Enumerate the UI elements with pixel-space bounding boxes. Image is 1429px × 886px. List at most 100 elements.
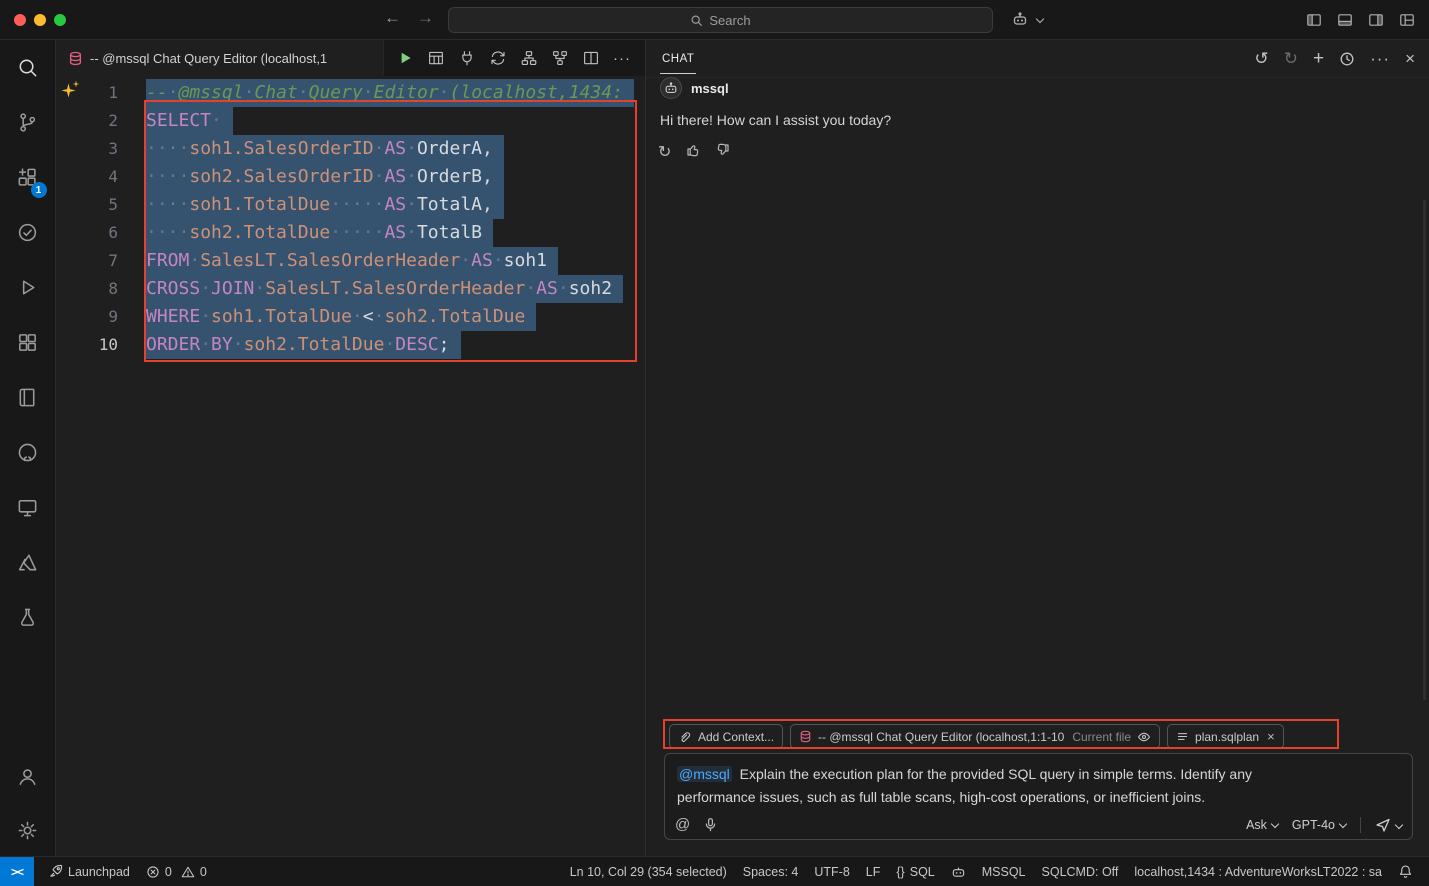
copilot-menu[interactable] <box>1012 11 1043 27</box>
activity-settings[interactable] <box>0 804 56 856</box>
code-text[interactable]: ····soh1.TotalDue·····AS·TotalA, <box>146 191 504 219</box>
toggle-sidebar-left-icon[interactable] <box>1306 12 1322 28</box>
eye-icon[interactable] <box>1137 730 1151 744</box>
code-line[interactable]: 9 WHERE·soh1.TotalDue·<·soh2.TotalDue <box>56 303 645 331</box>
activity-account[interactable] <box>0 749 56 804</box>
forward-icon[interactable]: → <box>417 8 434 28</box>
redo-icon[interactable]: ↻ <box>1284 49 1298 69</box>
split-editor-icon[interactable] <box>582 49 600 67</box>
activity-extensions[interactable]: 1 <box>0 150 56 205</box>
activity-testing[interactable] <box>0 205 56 260</box>
code-text[interactable]: ····soh2.TotalDue·····AS·TotalB <box>146 219 493 247</box>
model-dropdown[interactable]: GPT-4o <box>1292 818 1346 832</box>
line-number[interactable]: 6 <box>56 219 118 247</box>
problems-item[interactable]: 0 0 <box>138 857 215 886</box>
indentation-item[interactable]: Spaces: 4 <box>735 857 807 886</box>
code-text[interactable]: ORDER·BY·soh2.TotalDue·DESC; <box>146 331 461 359</box>
activity-search[interactable] <box>0 40 56 95</box>
code-text[interactable]: CROSS·JOIN·SalesLT.SalesOrderHeader·AS·s… <box>146 275 623 303</box>
history-icon[interactable] <box>1339 51 1355 67</box>
chat-scrollbar[interactable] <box>1423 200 1426 700</box>
new-chat-icon[interactable]: + <box>1313 48 1324 70</box>
activity-remote-explorer[interactable] <box>0 480 56 535</box>
toggle-panel-icon[interactable] <box>1337 12 1353 28</box>
line-number[interactable]: 7 <box>56 247 118 275</box>
undo-icon[interactable]: ↺ <box>1254 49 1268 69</box>
notifications-item[interactable] <box>1390 857 1421 886</box>
remote-indicator[interactable]: >< <box>0 857 34 886</box>
context-plan-chip[interactable]: plan.sqlplan × <box>1167 724 1284 749</box>
run-query-button[interactable] <box>396 49 414 67</box>
code-line[interactable]: 3 ····soh1.SalesOrderID·AS·OrderA, <box>56 135 645 163</box>
activity-mssql[interactable] <box>0 590 56 645</box>
mention-button[interactable]: @ <box>675 816 690 833</box>
code-line[interactable]: 4 ····soh2.SalesOrderID·AS·OrderB, <box>56 163 645 191</box>
line-number[interactable]: 8 <box>56 275 118 303</box>
mention-chip[interactable]: @mssql <box>677 766 732 782</box>
zoom-window-button[interactable] <box>54 14 66 26</box>
code-line[interactable]: 10 ORDER·BY·soh2.TotalDue·DESC; <box>56 331 645 359</box>
launchpad-item[interactable]: Launchpad <box>40 857 138 886</box>
close-chat-icon[interactable]: × <box>1405 49 1415 69</box>
disconnect-icon[interactable] <box>458 49 476 67</box>
language-item[interactable]: {} SQL <box>888 857 942 886</box>
code-text[interactable]: FROM·SalesLT.SalesOrderHeader·AS·soh1 <box>146 247 558 275</box>
code-text[interactable]: SELECT· <box>146 107 233 135</box>
query-plan-icon[interactable] <box>551 49 569 67</box>
mode-dropdown[interactable]: Ask <box>1246 818 1278 832</box>
copilot-sparkle-icon[interactable] <box>60 82 77 99</box>
customize-layout-icon[interactable] <box>1399 12 1415 28</box>
results-grid-icon[interactable] <box>427 49 445 67</box>
back-icon[interactable]: ← <box>384 8 401 28</box>
close-window-button[interactable] <box>14 14 26 26</box>
code-text[interactable]: ····soh1.SalesOrderID·AS·OrderA, <box>146 135 504 163</box>
editor-tab[interactable]: -- @mssql Chat Query Editor (localhost,1 <box>56 40 384 76</box>
send-button[interactable] <box>1375 817 1402 833</box>
thumbs-down-icon[interactable] <box>715 142 731 162</box>
sqlcmd-item[interactable]: SQLCMD: Off <box>1034 857 1127 886</box>
connection-item[interactable]: localhost,1434 : AdventureWorksLT2022 : … <box>1126 857 1390 886</box>
line-number[interactable]: 10 <box>56 331 118 359</box>
code-line[interactable]: 8 CROSS·JOIN·SalesLT.SalesOrderHeader·AS·… <box>56 275 645 303</box>
activity-book[interactable] <box>0 370 56 425</box>
mssql-item[interactable]: MSSQL <box>974 857 1034 886</box>
minimize-window-button[interactable] <box>34 14 46 26</box>
chat-input-text[interactable]: @mssql Explain the execution plan for th… <box>665 754 1345 809</box>
code-text[interactable]: ····soh2.SalesOrderID·AS·OrderB, <box>146 163 504 191</box>
remove-context-icon[interactable]: × <box>1267 729 1275 744</box>
chat-tab[interactable]: CHAT <box>660 43 696 74</box>
search-input[interactable]: Search <box>448 7 993 33</box>
line-number[interactable]: 9 <box>56 303 118 331</box>
code-line[interactable]: 1--·@mssql·Chat·Query·Editor·(localhost,… <box>56 79 645 107</box>
code-line[interactable]: 6 ····soh2.TotalDue·····AS·TotalB <box>56 219 645 247</box>
add-context-button[interactable]: Add Context... <box>669 724 783 749</box>
mic-icon[interactable] <box>703 817 718 832</box>
line-number[interactable]: 3 <box>56 135 118 163</box>
more-actions-icon[interactable]: ··· <box>613 50 631 67</box>
code-text[interactable]: --·@mssql·Chat·Query·Editor·(localhost,1… <box>146 79 634 107</box>
activity-github[interactable] <box>0 425 56 480</box>
context-file-chip[interactable]: -- @mssql Chat Query Editor (localhost,1… <box>790 724 1160 749</box>
code-line[interactable]: 5 ····soh1.TotalDue·····AS·TotalA, <box>56 191 645 219</box>
chat-more-icon[interactable]: ··· <box>1370 49 1390 69</box>
code-line[interactable]: 2 SELECT· <box>56 107 645 135</box>
eol-item[interactable]: LF <box>858 857 889 886</box>
toggle-sidebar-right-icon[interactable] <box>1368 12 1384 28</box>
cursor-position-item[interactable]: Ln 10, Col 29 (354 selected) <box>562 857 735 886</box>
change-connection-icon[interactable] <box>489 49 507 67</box>
regenerate-icon[interactable]: ↻ <box>658 142 671 162</box>
code-line[interactable]: 7 FROM·SalesLT.SalesOrderHeader·AS·soh1 <box>56 247 645 275</box>
copilot-status-item[interactable] <box>943 857 974 886</box>
line-number[interactable]: 5 <box>56 191 118 219</box>
chat-input[interactable]: @mssql Explain the execution plan for th… <box>664 753 1413 840</box>
code-text[interactable]: WHERE·soh1.TotalDue·<·soh2.TotalDue <box>146 303 536 331</box>
activity-grid[interactable] <box>0 315 56 370</box>
line-number[interactable]: 2 <box>56 107 118 135</box>
activity-run-debug[interactable] <box>0 260 56 315</box>
estimated-plan-icon[interactable] <box>520 49 538 67</box>
activity-source-control[interactable] <box>0 95 56 150</box>
line-number[interactable]: 4 <box>56 163 118 191</box>
activity-azure[interactable] <box>0 535 56 590</box>
encoding-item[interactable]: UTF-8 <box>806 857 857 886</box>
thumbs-up-icon[interactable] <box>685 142 701 162</box>
